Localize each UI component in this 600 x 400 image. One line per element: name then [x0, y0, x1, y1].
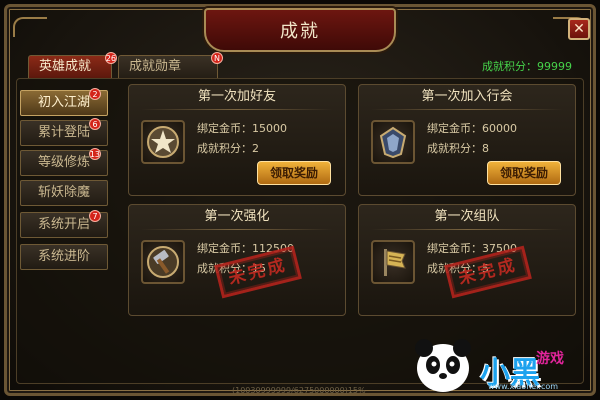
- points-value: 2: [252, 142, 259, 155]
- star-medal-icon: [141, 120, 185, 164]
- achievement-card: 第一次强化 绑定金币：112500 成就积分：15 未完成: [128, 204, 346, 316]
- points-label: 成就积分：: [197, 142, 252, 155]
- sidebar-item-label: 累计登陆: [37, 125, 90, 140]
- gold-label: 绑定金币：: [427, 122, 482, 135]
- notification-badge: 7: [89, 210, 101, 222]
- watermark-url: www.xiaohei.com: [488, 382, 559, 391]
- hammer-icon: [141, 240, 185, 284]
- guild-crest-icon: [371, 120, 415, 164]
- flag-icon: [371, 240, 415, 284]
- gold-label: 绑定金币：: [427, 242, 482, 255]
- close-button[interactable]: ✕: [568, 18, 590, 40]
- card-divider: [141, 229, 333, 230]
- frame-ornament-left: [13, 17, 47, 37]
- tab-achievement-medals[interactable]: 成就勋章 N: [118, 52, 223, 79]
- notification-badge: 2: [89, 88, 101, 100]
- sidebar-item-system-advance[interactable]: 系统进阶: [20, 244, 108, 270]
- notification-badge: 13: [88, 148, 101, 160]
- tab-hero-achievements[interactable]: 英雄成就 26: [28, 52, 117, 79]
- window-title: 成就: [280, 21, 320, 42]
- panda-mascot-icon: [410, 330, 476, 400]
- achievement-points: 成就积分：8: [427, 140, 489, 156]
- achievement-card: 第一次加好友 绑定金币：15000 成就积分：2 领取奖励: [128, 84, 346, 196]
- gold-label: 绑定金币：: [197, 122, 252, 135]
- sidebar-item-label: 斩妖除魔: [37, 185, 90, 200]
- achievement-card: 第一次组队 绑定金币：37500 成就积分：5 未完成: [358, 204, 576, 316]
- points-label: 成就积分：: [427, 142, 482, 155]
- notification-badge: 26: [104, 52, 117, 64]
- bound-gold: 绑定金币：60000: [427, 120, 517, 136]
- notification-badge: N: [211, 52, 223, 64]
- claim-reward-button[interactable]: 领取奖励: [257, 161, 331, 185]
- sidebar-item-label: 系统进阶: [37, 249, 90, 264]
- sidebar-item-slay-demons[interactable]: 斩妖除魔: [20, 180, 108, 206]
- score-value: 99999: [537, 60, 572, 73]
- sidebar-item-label: 系统开启: [37, 217, 90, 232]
- tab-label: 英雄成就: [39, 59, 92, 74]
- card-divider: [141, 109, 333, 110]
- notification-badge: 6: [89, 118, 101, 130]
- claim-reward-button[interactable]: 领取奖励: [487, 161, 561, 185]
- points-value: 8: [482, 142, 489, 155]
- achievement-score: 成就积分：99999: [482, 58, 572, 74]
- sidebar-item-system-unlock[interactable]: 系统开启 7: [20, 210, 108, 238]
- sidebar-item-label: 初入江湖: [37, 95, 90, 110]
- gold-value: 60000: [482, 122, 517, 135]
- card-title: 第一次组队: [434, 209, 500, 224]
- card-title: 第一次加好友: [197, 89, 276, 104]
- sidebar-item-level-training[interactable]: 等级修炼 13: [20, 148, 108, 176]
- score-label: 成就积分：: [482, 60, 537, 73]
- tab-label: 成就勋章: [129, 59, 182, 74]
- achievement-card: 第一次加入行会 绑定金币：60000 成就积分：8 领取奖励: [358, 84, 576, 196]
- progress-footer: (10030999999/6275000000)15%: [232, 386, 366, 395]
- sidebar-item-login-total[interactable]: 累计登陆 6: [20, 118, 108, 146]
- card-title: 第一次加入行会: [421, 89, 513, 104]
- sidebar-item-first-steps[interactable]: 初入江湖 2: [20, 88, 108, 116]
- sidebar-item-label: 等级修炼: [37, 155, 90, 170]
- achievement-points: 成就积分：2: [197, 140, 259, 156]
- title-banner: 成就: [204, 8, 396, 52]
- card-divider: [371, 109, 563, 110]
- watermark-logo-suffix: 游戏: [536, 351, 564, 367]
- bound-gold: 绑定金币：15000: [197, 120, 287, 136]
- card-divider: [371, 229, 563, 230]
- gold-value: 15000: [252, 122, 287, 135]
- gold-label: 绑定金币：: [197, 242, 252, 255]
- card-title: 第一次强化: [204, 209, 270, 224]
